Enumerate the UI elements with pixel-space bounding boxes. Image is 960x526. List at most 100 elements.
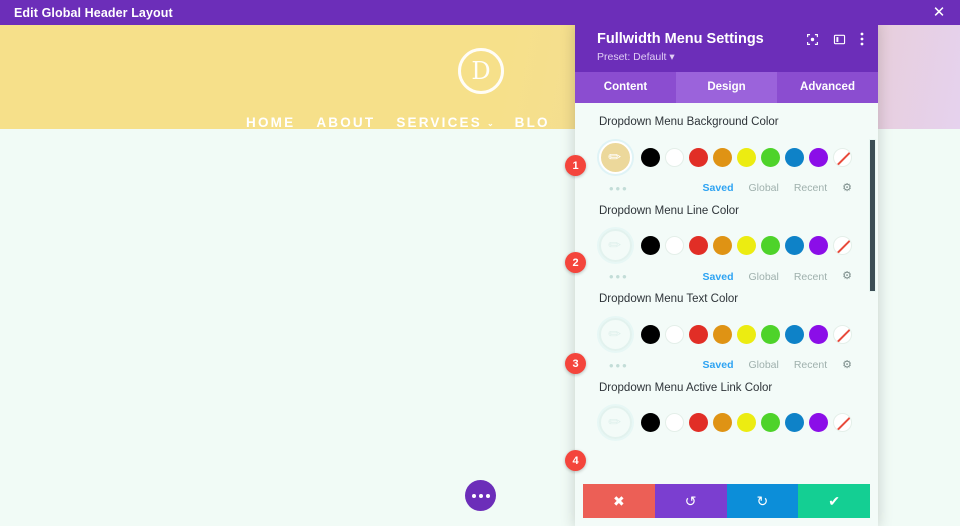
palette-swatch-black[interactable] (641, 413, 660, 433)
palette-swatch-orange[interactable] (713, 236, 732, 256)
palette-swatch-purple[interactable] (809, 324, 828, 344)
palette-source-links: Saved Global Recent ⚙ (703, 271, 852, 283)
palette-swatch-blue[interactable] (785, 413, 804, 433)
undo-button[interactable]: ↺ (654, 484, 727, 518)
palette-swatch-none[interactable] (833, 147, 852, 167)
current-color-swatch[interactable]: ✎ (599, 317, 632, 351)
more-options-icon[interactable]: ••• (609, 270, 629, 283)
swatch-meta-row: ••• Saved Global Recent ⚙ (599, 358, 852, 373)
setting-label: Dropdown Menu Text Color (599, 293, 739, 306)
eyedropper-icon: ✎ (605, 146, 626, 168)
palette-tab-recent[interactable]: Recent (794, 182, 827, 194)
current-color-swatch[interactable]: ✎ (599, 229, 632, 263)
tab-advanced[interactable]: Advanced (777, 72, 878, 103)
redo-button[interactable]: ↻ (726, 484, 799, 518)
module-settings-panel: Fullwidth Menu Settings Preset: Default … (575, 20, 878, 526)
palette-swatch-orange[interactable] (713, 413, 732, 433)
dot-icon (485, 493, 490, 498)
divi-logo-icon: D (458, 48, 504, 94)
palette-swatch-red[interactable] (689, 413, 708, 433)
palette-swatch-yellow[interactable] (737, 236, 756, 256)
nav-item-label: BLO (514, 115, 550, 129)
setting-label: Dropdown Menu Active Link Color (599, 381, 773, 394)
setting-label: Dropdown Menu Background Color (599, 116, 779, 128)
palette-tab-saved[interactable]: Saved (703, 359, 734, 371)
panel-action-bar: ✖ ↺ ↻ ✔ (583, 484, 870, 518)
cancel-button[interactable]: ✖ (583, 484, 655, 518)
palette-swatch-blue[interactable] (785, 236, 804, 256)
palette-swatch-orange[interactable] (713, 324, 732, 344)
palette-swatch-none[interactable] (833, 236, 852, 256)
palette-swatch-red[interactable] (689, 147, 708, 167)
focus-icon[interactable] (806, 33, 819, 46)
kebab-menu-icon[interactable] (860, 32, 864, 46)
gear-icon[interactable]: ⚙ (842, 182, 852, 194)
palette-swatch-green[interactable] (761, 236, 780, 256)
close-icon[interactable]: ✕ (918, 0, 960, 25)
palette-tab-recent[interactable]: Recent (794, 359, 827, 371)
palette-swatch-purple[interactable] (809, 413, 828, 433)
palette-swatch-black[interactable] (641, 324, 660, 344)
current-color-swatch[interactable]: ✎ (599, 140, 632, 174)
palette-swatch-white[interactable] (665, 236, 684, 256)
eyedropper-icon: ✎ (605, 235, 626, 256)
window-title: Edit Global Header Layout (14, 5, 173, 20)
color-swatch-row: ✎ (599, 140, 852, 174)
nav-item-services[interactable]: SERVICES ⌄ (396, 115, 493, 129)
palette-swatch-black[interactable] (641, 147, 660, 167)
save-button[interactable]: ✔ (798, 484, 870, 518)
panel-scroll-area: Dropdown Menu Background Color ✎ ••• Sav… (575, 103, 878, 484)
tab-design[interactable]: Design (676, 72, 777, 103)
palette-swatch-blue[interactable] (785, 147, 804, 167)
nav-item-blog[interactable]: BLO (515, 115, 550, 129)
chevron-down-icon: ⌄ (486, 119, 494, 128)
palette-swatch-orange[interactable] (713, 147, 732, 167)
palette-tab-global[interactable]: Global (748, 359, 778, 371)
setting-dropdown-menu-text-color: Dropdown Menu Text Color ✎ ••• Saved Glo… (599, 292, 852, 373)
palette-swatch-red[interactable] (689, 236, 708, 256)
more-options-icon[interactable]: ••• (609, 182, 629, 195)
gear-icon[interactable]: ⚙ (842, 271, 852, 282)
palette-swatch-white[interactable] (665, 147, 684, 167)
palette-swatch-yellow[interactable] (737, 324, 756, 344)
more-options-icon[interactable]: ••• (609, 359, 629, 372)
palette-swatch-green[interactable] (761, 324, 780, 344)
color-swatch-row: ✎ (599, 406, 852, 440)
nav-item-home[interactable]: HOME (246, 115, 295, 129)
step-badge-3: 3 (565, 353, 586, 374)
palette-tab-saved[interactable]: Saved (703, 271, 734, 283)
palette-swatch-yellow[interactable] (737, 413, 756, 433)
palette-swatch-purple[interactable] (809, 147, 828, 167)
tab-content[interactable]: Content (575, 72, 676, 103)
nav-item-label: SERVICES (396, 115, 482, 129)
palette-swatch-yellow[interactable] (737, 147, 756, 167)
dot-icon (478, 493, 483, 498)
layout-columns-icon[interactable] (833, 33, 846, 46)
eyedropper-icon: ✎ (605, 323, 626, 345)
palette-swatch-white[interactable] (665, 413, 684, 433)
palette-tab-recent[interactable]: Recent (794, 271, 827, 283)
setting-dropdown-menu-background-color: Dropdown Menu Background Color ✎ ••• Sav… (599, 115, 852, 196)
site-navigation: HOME ABOUT SERVICES ⌄ BLO (246, 115, 550, 129)
palette-swatch-green[interactable] (761, 147, 780, 167)
palette-swatch-blue[interactable] (785, 324, 804, 344)
palette-swatch-red[interactable] (689, 324, 708, 344)
settings-list: Dropdown Menu Background Color ✎ ••• Sav… (575, 103, 878, 457)
palette-swatch-none[interactable] (833, 324, 852, 344)
palette-swatch-none[interactable] (833, 413, 852, 433)
nav-item-label: ABOUT (316, 115, 376, 129)
palette-swatch-black[interactable] (641, 236, 660, 256)
editor-menu-fab-button[interactable] (465, 480, 496, 511)
palette-swatch-green[interactable] (761, 413, 780, 433)
nav-item-about[interactable]: ABOUT (316, 115, 375, 129)
swatch-meta-row: ••• Saved Global Recent ⚙ (599, 269, 852, 284)
palette-swatch-white[interactable] (665, 324, 684, 344)
preset-selector[interactable]: Preset: Default ▾ (597, 51, 864, 63)
palette-swatch-purple[interactable] (809, 236, 828, 256)
palette-tab-saved[interactable]: Saved (703, 182, 734, 194)
palette-tab-global[interactable]: Global (748, 182, 778, 194)
panel-scrollbar[interactable] (869, 139, 876, 292)
gear-icon[interactable]: ⚙ (842, 359, 852, 371)
current-color-swatch[interactable]: ✎ (599, 406, 632, 440)
palette-tab-global[interactable]: Global (748, 271, 778, 283)
